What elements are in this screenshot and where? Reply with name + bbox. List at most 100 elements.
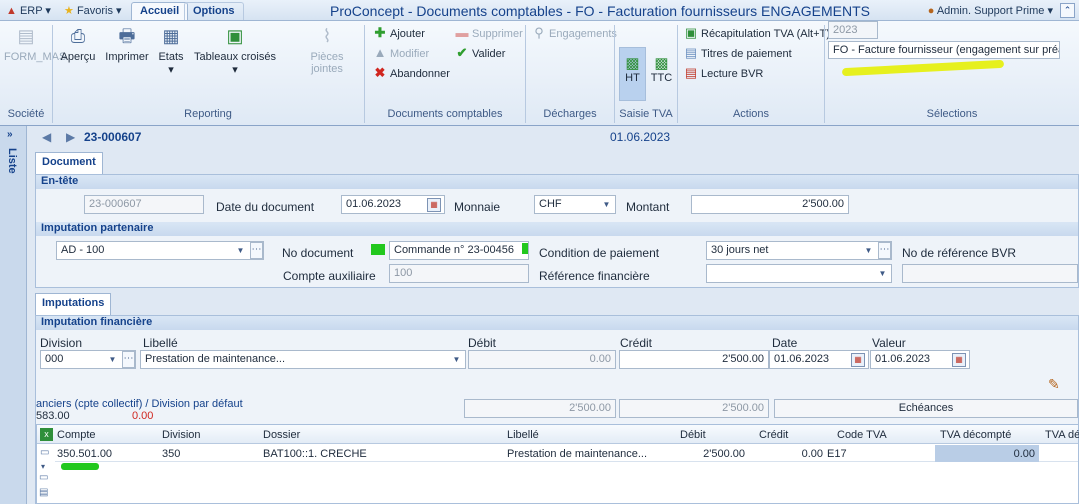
- window-title: ProConcept - Documents comptables - FO -…: [330, 3, 870, 19]
- list-rail[interactable]: » Liste: [0, 126, 27, 504]
- col-compte[interactable]: Compte: [57, 429, 96, 441]
- libelle-select[interactable]: Prestation de maintenance... ▼: [140, 350, 466, 369]
- valider-button[interactable]: ✔ Valider: [454, 45, 506, 61]
- debit-field[interactable]: 0.00: [468, 350, 616, 369]
- recap-tva-button[interactable]: ▣ Récapitulation TVA (Alt+T): [683, 25, 830, 41]
- cell-tva-decompte[interactable]: 0.00: [935, 448, 1035, 460]
- tableaux-croises-button[interactable]: ▣ Tableaux croisés ▾: [190, 25, 280, 76]
- plus-icon: ✚: [374, 25, 386, 40]
- chevron-down-icon[interactable]: ▼: [106, 351, 119, 368]
- row-dropdown-icon[interactable]: ▾: [41, 462, 45, 471]
- col-tva-decompte[interactable]: TVA décompté: [940, 429, 1011, 441]
- document-number-field[interactable]: 23-000607: [84, 195, 204, 214]
- group-label-actions: Actions: [732, 108, 770, 120]
- cell-debit[interactable]: 2'500.00: [677, 448, 745, 460]
- chevron-down-icon[interactable]: ▼: [600, 196, 613, 213]
- chevron-down-icon[interactable]: ▼: [450, 351, 463, 368]
- ht-toggle[interactable]: ▩ HT: [619, 47, 646, 101]
- row-action-icon[interactable]: ▤: [39, 487, 48, 498]
- more-options-icon[interactable]: ⋯: [878, 242, 891, 259]
- document-date: 01.06.2023: [610, 130, 671, 144]
- collapse-ribbon-button[interactable]: ⌃: [1060, 3, 1075, 18]
- cell-compte[interactable]: 350.501.00: [57, 448, 112, 460]
- currency-select[interactable]: CHF ▼: [534, 195, 616, 214]
- tab-options[interactable]: Options: [184, 2, 244, 20]
- ttc-toggle[interactable]: ▩ TTC: [648, 47, 675, 101]
- credit-field[interactable]: 2'500.00: [619, 350, 769, 369]
- col-dossier[interactable]: Dossier: [263, 429, 300, 441]
- form-mas-button[interactable]: ▤ FORM_MAS: [4, 25, 66, 63]
- partner-account-select[interactable]: AD - 100 ▼ ⋯: [56, 241, 264, 260]
- summary-value-2: 0.00: [132, 410, 154, 422]
- next-record-icon[interactable]: ▶: [66, 130, 75, 144]
- group-label-societe: Société: [7, 108, 45, 120]
- row-save-icon[interactable]: ▭: [40, 447, 49, 458]
- libelle-header: Libellé: [143, 336, 178, 350]
- division-header: Division: [40, 336, 83, 350]
- erp-menu[interactable]: ▲ ERP ▾: [6, 4, 51, 17]
- paperclip-icon: ⌇: [322, 26, 332, 46]
- calendar-icon[interactable]: ▦: [851, 353, 865, 367]
- chevron-down-icon[interactable]: ▼: [234, 242, 247, 259]
- document-date-field[interactable]: 01.06.2023 ▦: [341, 195, 445, 214]
- chevron-down-icon[interactable]: ▼: [876, 265, 889, 282]
- cell-dossier[interactable]: BAT100::1. CRECHE: [263, 448, 367, 460]
- expand-icon[interactable]: »: [7, 129, 13, 140]
- echeances-button[interactable]: Echéances: [774, 399, 1078, 418]
- col-code-tva[interactable]: Code TVA: [837, 429, 887, 441]
- col-credit[interactable]: Crédit: [759, 429, 788, 441]
- tab-document[interactable]: Document: [35, 152, 103, 174]
- calendar-icon[interactable]: ▦: [427, 198, 441, 212]
- ajouter-button[interactable]: ✚ Ajouter: [372, 25, 425, 41]
- cell-division[interactable]: 350: [162, 448, 180, 460]
- calendar-icon[interactable]: ▦: [952, 353, 966, 367]
- tab-imputations[interactable]: Imputations: [35, 293, 112, 315]
- titres-paiement-button[interactable]: ▤ Titres de paiement: [683, 45, 792, 61]
- abandonner-button[interactable]: ✖ Abandonner: [372, 65, 450, 81]
- cell-credit[interactable]: 0.00: [757, 448, 823, 460]
- valeur-field[interactable]: 01.06.2023 ▦: [870, 350, 970, 369]
- document-panel: En-tête 23-000607 Date du document 01.06…: [35, 174, 1079, 288]
- engagements-button[interactable]: ⚲ Engagements: [531, 25, 617, 41]
- etats-button[interactable]: ▦ Etats ▾: [156, 25, 186, 76]
- year-selector[interactable]: 2023: [828, 21, 878, 39]
- supprimer-button[interactable]: ▬ Supprimer: [454, 25, 523, 40]
- highlight-annotation: [522, 243, 528, 254]
- col-division[interactable]: Division: [162, 429, 201, 441]
- chevron-down-icon[interactable]: ▼: [862, 242, 875, 259]
- cell-code-tva[interactable]: E17: [827, 448, 847, 460]
- favorites-menu[interactable]: ★ Favoris ▾: [64, 4, 122, 17]
- col-libelle[interactable]: Libellé: [507, 429, 539, 441]
- previous-record-icon[interactable]: ◀: [42, 130, 51, 144]
- doc-no-field[interactable]: Commande n° 23-00456: [389, 241, 529, 260]
- bvr-reference-field[interactable]: [902, 264, 1078, 283]
- payment-condition-select[interactable]: 30 jours net ▼ ⋯: [706, 241, 892, 260]
- amount-field[interactable]: 2'500.00: [691, 195, 849, 214]
- col-debit[interactable]: Débit: [680, 429, 706, 441]
- modifier-button[interactable]: ▲ Modifier: [372, 45, 430, 60]
- fin-ref-select[interactable]: ▼: [706, 264, 892, 283]
- date-field[interactable]: 01.06.2023 ▦: [769, 350, 869, 369]
- lecture-bvr-button[interactable]: ▤ Lecture BVR: [683, 65, 764, 81]
- tab-accueil[interactable]: Accueil: [131, 2, 189, 20]
- section-title-financial: Imputation financière: [36, 316, 1078, 330]
- journal-selector[interactable]: FO - Facture fournisseur (engagement sur…: [828, 41, 1060, 59]
- more-options-icon[interactable]: ⋯: [122, 351, 135, 368]
- dropdown-arrow-icon: ▾: [168, 64, 174, 76]
- highlight-annotation: [371, 244, 385, 255]
- more-options-icon[interactable]: ⋯: [250, 242, 263, 259]
- fin-ref-label: Référence financière: [539, 269, 650, 283]
- excel-export-icon[interactable]: x: [40, 428, 53, 441]
- aux-account-field[interactable]: 100: [389, 264, 529, 283]
- apercu-button[interactable]: ⎙ Aperçu: [58, 25, 98, 63]
- row-action-icon[interactable]: ▭: [39, 472, 48, 483]
- col-tva-de[interactable]: TVA dé: [1045, 429, 1079, 441]
- imprimer-button[interactable]: 🖶 Imprimer: [102, 25, 152, 63]
- user-menu[interactable]: ● Admin. Support Prime ▾: [928, 4, 1053, 17]
- cell-libelle[interactable]: Prestation de maintenance...: [507, 448, 647, 460]
- edit-pencil-icon[interactable]: ✎: [1048, 376, 1060, 393]
- title-bar: ▲ ERP ▾ ★ Favoris ▾ Accueil Options ProC…: [0, 0, 1079, 21]
- pieces-jointes-button[interactable]: ⌇ Pièces jointes: [306, 25, 348, 75]
- division-select[interactable]: 000 ▼ ⋯: [40, 350, 136, 369]
- highlight-annotation: [61, 463, 99, 470]
